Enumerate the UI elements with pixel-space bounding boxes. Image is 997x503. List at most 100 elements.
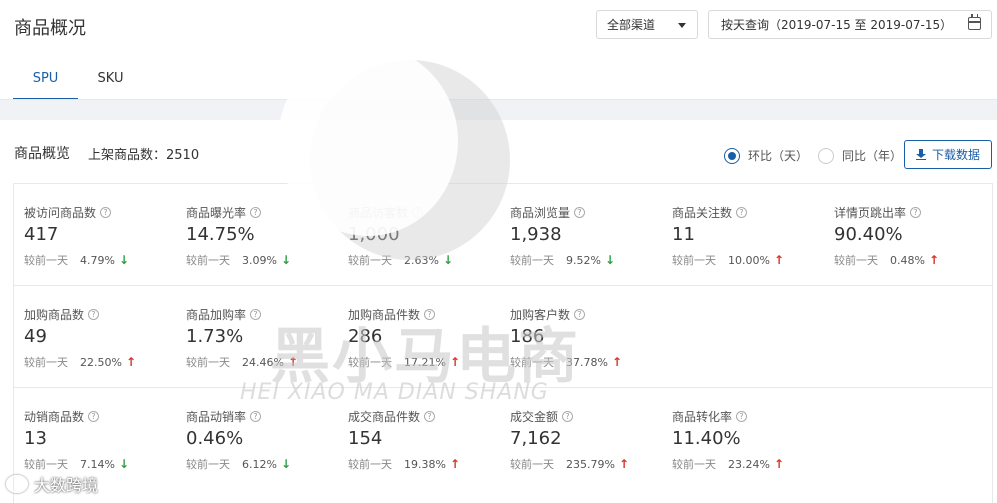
radio-day-over-day[interactable]: 环比（天）: [724, 147, 808, 164]
metric-label: 商品曝光率?: [186, 204, 262, 221]
metric-value: 1,938: [510, 224, 562, 245]
arrow-down-icon: ↓: [280, 253, 292, 267]
compare-prefix: 较前一天: [186, 356, 230, 369]
compare-mode-group: 环比（天） 同比（年）: [724, 147, 912, 164]
metric-card: 加购商品数? 49 较前一天 22.50% ↑: [14, 286, 176, 387]
help-icon[interactable]: ?: [562, 411, 574, 422]
metric-compare: 较前一天 0.48% ↑: [834, 252, 939, 268]
compare-prefix: 较前一天: [348, 458, 392, 471]
compare-percent: 4.79%: [80, 253, 115, 267]
metric-compare: 较前一天 9.52% ↓: [510, 252, 615, 268]
help-icon[interactable]: ?: [412, 207, 424, 218]
metric-value: 13: [24, 428, 47, 449]
calendar-icon: [968, 14, 981, 30]
compare-prefix: 较前一天: [510, 458, 554, 471]
brand-logo-icon: [6, 475, 28, 493]
compare-percent: 24.46%: [242, 355, 284, 369]
tab-sku[interactable]: SKU: [78, 60, 143, 100]
metric-label: 商品加购率?: [186, 306, 262, 323]
tab-spu[interactable]: SPU: [13, 60, 78, 100]
metric-label: 成交金额?: [510, 408, 574, 425]
compare-percent: 17.21%: [404, 355, 446, 369]
metric-label: 加购商品数?: [24, 306, 100, 323]
metric-compare: 较前一天 17.21% ↑: [348, 354, 460, 370]
arrow-down-icon: ↓: [280, 457, 292, 471]
arrow-up-icon: ↑: [773, 253, 785, 267]
arrow-up-icon: ↑: [287, 355, 299, 369]
help-icon[interactable]: ?: [736, 207, 748, 218]
metric-value: 1.73%: [186, 326, 244, 347]
help-icon[interactable]: ?: [88, 411, 100, 422]
metric-label: 成交商品件数?: [348, 408, 436, 425]
metric-card: 被访问商品数? 417 较前一天 4.79% ↓: [14, 184, 176, 285]
corner-watermark-text: 大数跨境: [34, 476, 99, 495]
section-gap: [0, 100, 997, 120]
metric-compare: 较前一天 235.79% ↑: [510, 456, 629, 472]
help-icon[interactable]: ?: [250, 207, 262, 218]
help-icon[interactable]: ?: [250, 309, 262, 320]
tab-bar: SPU SKU: [13, 60, 143, 100]
compare-percent: 6.12%: [242, 457, 277, 471]
help-icon[interactable]: ?: [250, 411, 262, 422]
metric-label-text: 商品动销率: [186, 410, 247, 424]
compare-prefix: 较前一天: [348, 254, 392, 267]
compare-prefix: 较前一天: [348, 356, 392, 369]
help-icon[interactable]: ?: [424, 411, 436, 422]
metric-label: 动销商品数?: [24, 408, 100, 425]
compare-prefix: 较前一天: [510, 356, 554, 369]
metric-label-text: 加购商品件数: [348, 308, 421, 322]
help-icon[interactable]: ?: [100, 207, 112, 218]
arrow-down-icon: ↓: [118, 253, 130, 267]
help-icon[interactable]: ?: [88, 309, 100, 320]
arrow-up-icon: ↑: [449, 355, 461, 369]
metric-label: 商品访客数?: [348, 204, 424, 221]
metric-value: 11: [672, 224, 695, 245]
metric-label-text: 动销商品数: [24, 410, 85, 424]
download-label: 下载数据: [931, 148, 980, 162]
metric-label-text: 商品转化率: [672, 410, 733, 424]
compare-percent: 7.14%: [80, 457, 115, 471]
metric-card: 商品动销率? 0.46% 较前一天 6.12% ↓: [176, 388, 338, 489]
help-icon[interactable]: ?: [574, 309, 586, 320]
metric-row: 动销商品数? 13 较前一天 7.14% ↓ 商品动销率? 0.46% 较前一天 6.12% ↓ 成…: [14, 388, 992, 490]
metric-grid: 被访问商品数? 417 较前一天 4.79% ↓ 商品曝光率? 14.75% 较前一天 3.09…: [13, 183, 993, 503]
date-range-value: 按天查询（2019-07-15 至 2019-07-15）: [721, 18, 953, 32]
metric-card: 商品曝光率? 14.75% 较前一天 3.09% ↓: [176, 184, 338, 285]
metric-value: 49: [24, 326, 47, 347]
metric-label-text: 详情页跳出率: [834, 206, 907, 220]
metric-label: 商品转化率?: [672, 408, 748, 425]
metric-label: 商品关注数?: [672, 204, 748, 221]
help-icon[interactable]: ?: [736, 411, 748, 422]
help-icon[interactable]: ?: [910, 207, 922, 218]
panel-title: 商品概览: [14, 146, 70, 162]
metric-card: 加购商品件数? 286 较前一天 17.21% ↑: [338, 286, 500, 387]
metric-card: 加购客户数? 186 较前一天 37.78% ↑: [500, 286, 662, 387]
help-icon[interactable]: ?: [574, 207, 586, 218]
metric-value: 1,000: [348, 224, 400, 245]
compare-prefix: 较前一天: [510, 254, 554, 267]
metric-card: 商品关注数? 11 较前一天 10.00% ↑: [662, 184, 824, 285]
compare-percent: 37.78%: [566, 355, 608, 369]
metric-card: 商品访客数? 1,000 较前一天 2.63% ↓: [338, 184, 500, 285]
metric-label: 商品动销率?: [186, 408, 262, 425]
channel-select[interactable]: 全部渠道: [596, 10, 698, 39]
metric-value: 7,162: [510, 428, 562, 449]
compare-percent: 0.48%: [890, 253, 925, 267]
metric-card: 详情页跳出率? 90.40% 较前一天 0.48% ↑: [824, 184, 986, 285]
date-range-picker[interactable]: 按天查询（2019-07-15 至 2019-07-15）: [708, 10, 992, 39]
metric-label-text: 成交金额: [510, 410, 559, 424]
compare-prefix: 较前一天: [834, 254, 878, 267]
metric-compare: 较前一天 24.46% ↑: [186, 354, 298, 370]
compare-prefix: 较前一天: [672, 458, 716, 471]
arrow-up-icon: ↑: [773, 457, 785, 471]
help-icon[interactable]: ?: [424, 309, 436, 320]
metric-label: 加购客户数?: [510, 306, 586, 323]
metric-card: 商品加购率? 1.73% 较前一天 24.46% ↑: [176, 286, 338, 387]
radio-label: 环比（天）: [748, 149, 809, 163]
overview-panel: 商品概览 上架商品数：2510 环比（天） 同比（年） 下载数据 被访问商品数?…: [0, 120, 997, 503]
listed-count: 上架商品数：2510: [88, 148, 200, 163]
metric-card: 商品浏览量? 1,938 较前一天 9.52% ↓: [500, 184, 662, 285]
download-data-button[interactable]: 下载数据: [904, 140, 992, 169]
radio-year-over-year[interactable]: 同比（年）: [818, 147, 902, 164]
compare-percent: 19.38%: [404, 457, 446, 471]
